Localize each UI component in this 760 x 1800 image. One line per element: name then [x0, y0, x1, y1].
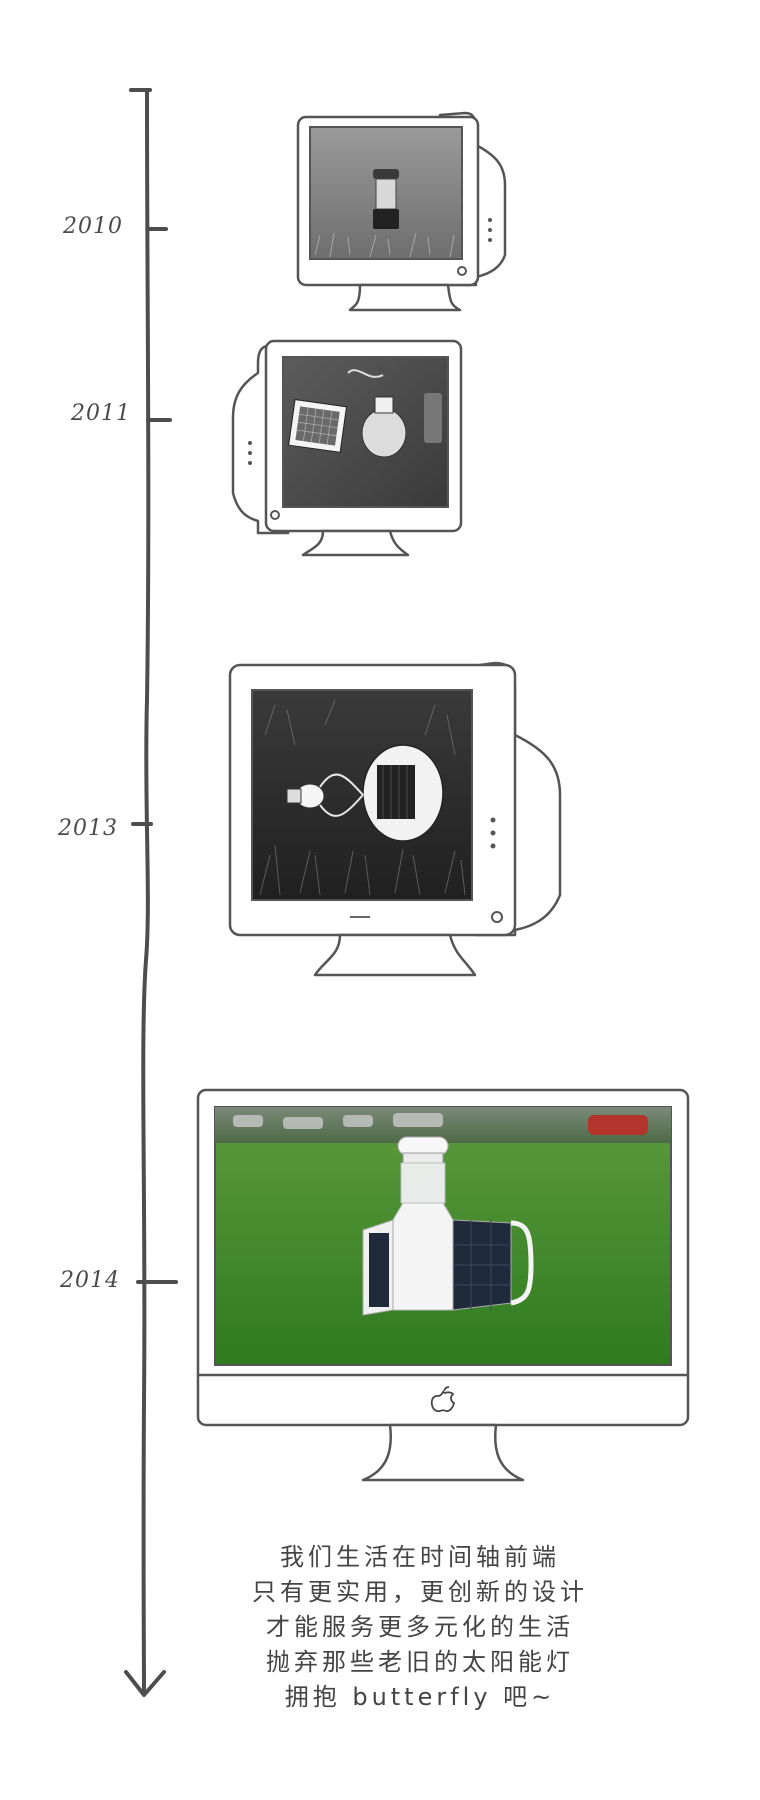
caption-line: 只有更实用，更创新的设计: [252, 1578, 588, 1606]
imac-monitor-2014: [196, 1088, 690, 1482]
caption-line: 拥抱 butterfly 吧~: [284, 1683, 556, 1711]
crt-monitor-2011: [231, 339, 463, 557]
crt-monitor-2013: [228, 661, 562, 977]
crt-monitor-2010: [296, 111, 507, 312]
caption-line: 抛弃那些老旧的太阳能灯: [266, 1648, 574, 1676]
caption-line: 才能服务更多元化的生活: [266, 1613, 574, 1641]
lantern-object: [373, 169, 399, 229]
year-2010-label: 2010: [63, 214, 123, 239]
year-2011-label: 2011: [71, 401, 131, 426]
year-2013-label: 2013: [58, 816, 118, 841]
solar-panel-object: [288, 399, 348, 453]
caption-line: 我们生活在时间轴前端: [280, 1543, 560, 1571]
year-2014-label: 2014: [60, 1268, 120, 1293]
closing-caption: 我们生活在时间轴前端 只有更实用，更创新的设计 才能服务更多元化的生活 抛弃那些…: [200, 1540, 640, 1715]
